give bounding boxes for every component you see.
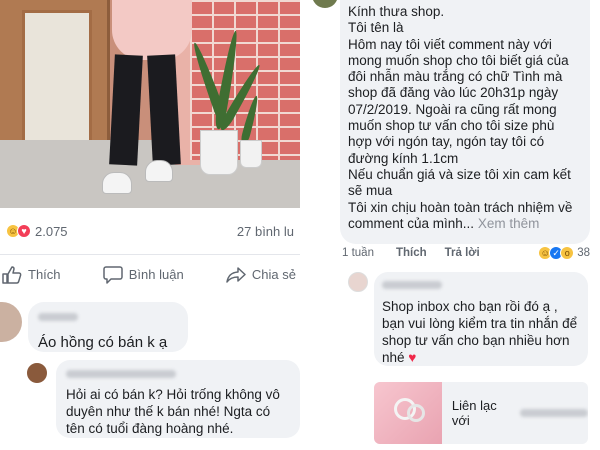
comment-reactions[interactable]: ☺ ✓ o 38 (538, 246, 590, 260)
left-screenshot: ☺ ♥ 2.075 27 bình lu Thích Bình luận Chi… (0, 0, 300, 450)
comment-reply-button[interactable]: Trả lời (445, 247, 480, 259)
plant-pot (200, 130, 238, 175)
commenter-name-blurred[interactable] (66, 370, 176, 378)
comment-bubble: Hỏi ai có bán k? Hỏi trống không vô duyê… (56, 360, 300, 438)
shop-name-blurred (520, 409, 588, 417)
avatar[interactable] (0, 302, 22, 342)
reaction-stats: ☺ ♥ 2.075 27 bình lu (0, 208, 300, 254)
wow-icon: o (560, 246, 575, 260)
comment-like-button[interactable]: Thích (396, 247, 427, 259)
avatar[interactable] (312, 0, 338, 8)
like-button[interactable]: Thích (2, 265, 61, 284)
sneaker (102, 172, 132, 194)
commenter-name-blurred[interactable] (38, 313, 78, 321)
reaction-count[interactable]: 2.075 (35, 224, 68, 239)
shop-avatar[interactable] (348, 272, 368, 292)
comment-count[interactable]: 27 bình lu (237, 224, 294, 239)
love-icon: ♥ (17, 224, 31, 238)
comment-text: Kính thưa shop. Tôi tên là Hôm nay tôi v… (348, 4, 573, 231)
contact-label: Liên lạc với (451, 398, 497, 428)
comment-bubble: Kính thưa shop. Tôi tên là Hôm nay tôi v… (340, 0, 590, 244)
see-more-link[interactable]: Xem thêm (478, 216, 540, 231)
post-actions: Thích Bình luận Chia sẻ (0, 254, 300, 294)
comment-age[interactable]: 1 tuần (342, 247, 374, 259)
ring-thumbnail (374, 382, 442, 444)
share-button[interactable]: Chia sẻ (226, 266, 296, 284)
sneaker (145, 160, 173, 182)
plant-pot-small (240, 140, 262, 168)
comment-reaction-count: 38 (577, 247, 590, 259)
comment-section: Áo hồng có bán k ạ Hỏi ai có bán k? Hỏi … (0, 294, 300, 450)
post-photo[interactable] (0, 0, 300, 208)
heart-icon: ♥ (408, 350, 417, 365)
share-label: Chia sẻ (251, 267, 296, 282)
right-screenshot: Kính thưa shop. Tôi tên là Hôm nay tôi v… (300, 0, 600, 450)
shop-reply-bubble: Shop inbox cho bạn rồi đó ạ , bạn vui lò… (374, 272, 588, 366)
comment-icon (103, 265, 123, 284)
comment-text: Áo hồng có bán k ạ (38, 334, 168, 351)
like-label: Thích (28, 267, 61, 282)
thumbs-up-icon (2, 265, 22, 284)
comment-label: Bình luận (128, 267, 184, 282)
contact-card[interactable]: Liên lạc với (374, 382, 588, 444)
reaction-icons[interactable]: ☺ ♥ (6, 224, 31, 238)
avatar[interactable] (26, 362, 48, 384)
comment-meta: 1 tuần Thích Trả lời ☺ ✓ o 38 (340, 244, 590, 262)
pink-top (112, 0, 192, 60)
comment-text: Hỏi ai có bán k? Hỏi trống không vô duyê… (66, 387, 280, 436)
comment-button[interactable]: Bình luận (103, 265, 184, 284)
comment-bubble: Áo hồng có bán k ạ (28, 302, 188, 352)
share-icon (226, 266, 246, 283)
shop-name-blurred[interactable] (382, 281, 442, 289)
